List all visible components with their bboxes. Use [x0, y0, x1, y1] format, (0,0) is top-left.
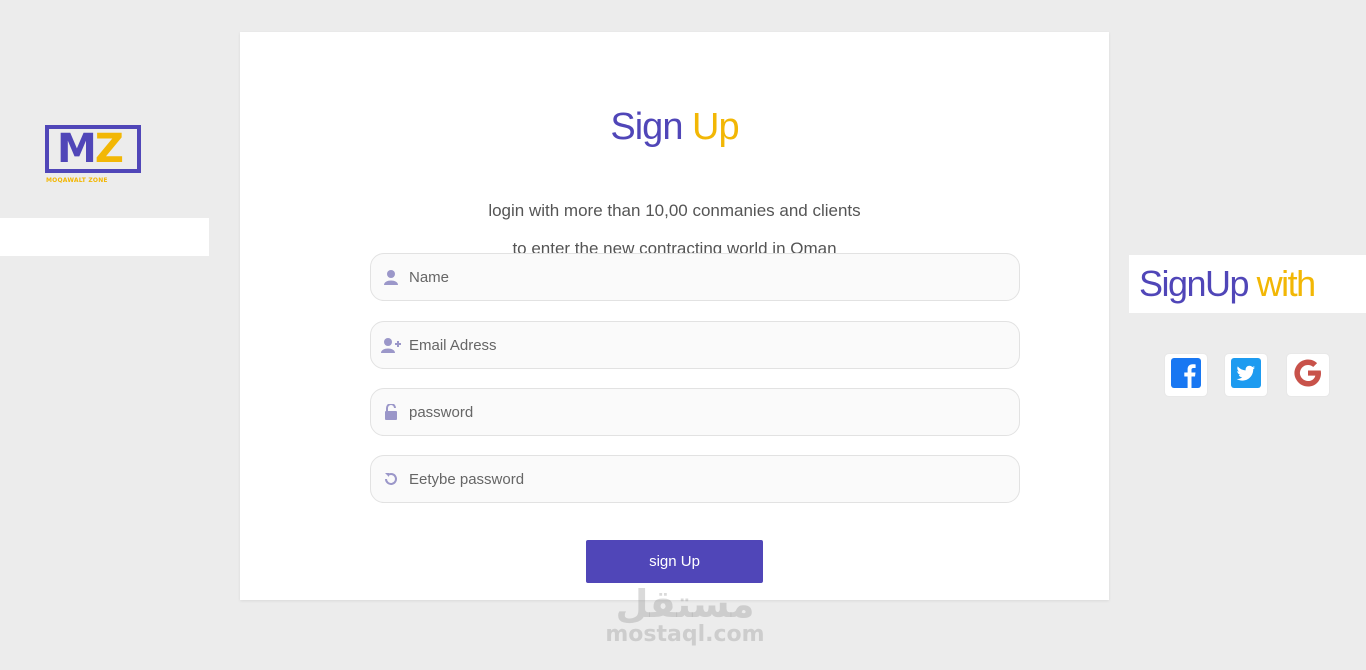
retype-password-field[interactable] — [370, 455, 1020, 503]
email-field[interactable] — [370, 321, 1020, 369]
watermark-latin: mostaql.com — [605, 622, 765, 647]
left-decor-strip — [0, 218, 209, 256]
user-plus-icon — [381, 335, 401, 355]
password-field[interactable] — [370, 388, 1020, 436]
logo-tagline: MOQAWALT ZONE — [46, 177, 108, 184]
signup-with-part2: with — [1256, 263, 1317, 304]
subtitle-line-1: login with more than 10,00 conmanies and… — [488, 201, 861, 220]
google-button[interactable] — [1287, 354, 1329, 396]
logo-letter-z: Z — [94, 126, 124, 172]
name-field[interactable] — [370, 253, 1020, 301]
brand-logo: MZ MOQAWALT ZONE — [45, 125, 145, 187]
title-part-sign: Sign — [610, 106, 683, 148]
facebook-button[interactable] — [1165, 354, 1207, 396]
password-input[interactable] — [407, 402, 1019, 422]
twitter-button[interactable] — [1225, 354, 1267, 396]
signup-button[interactable]: sign Up — [586, 540, 763, 583]
retype-password-input[interactable] — [407, 469, 1019, 489]
user-icon — [381, 267, 401, 287]
logo-letters: MZ — [57, 126, 124, 172]
name-input[interactable] — [407, 267, 1019, 287]
facebook-icon — [1171, 358, 1201, 392]
google-icon — [1291, 356, 1325, 394]
signup-card: Sign Up login with more than 10,00 conma… — [240, 32, 1109, 600]
page-title: Sign Up — [240, 102, 1109, 152]
refresh-icon — [381, 469, 401, 489]
logo-letter-m: M — [57, 126, 97, 172]
watermark-arabic: مستقل — [615, 582, 755, 626]
twitter-icon — [1231, 358, 1261, 392]
title-part-up: Up — [692, 106, 740, 148]
signup-with-part1: SignUp — [1139, 263, 1250, 304]
watermark: مستقل mostaql.com — [600, 585, 770, 647]
signup-with-banner: SignUp with — [1129, 255, 1366, 313]
unlock-icon — [381, 402, 401, 422]
signup-with-heading: SignUp with — [1139, 261, 1317, 307]
email-input[interactable] — [407, 335, 1019, 355]
